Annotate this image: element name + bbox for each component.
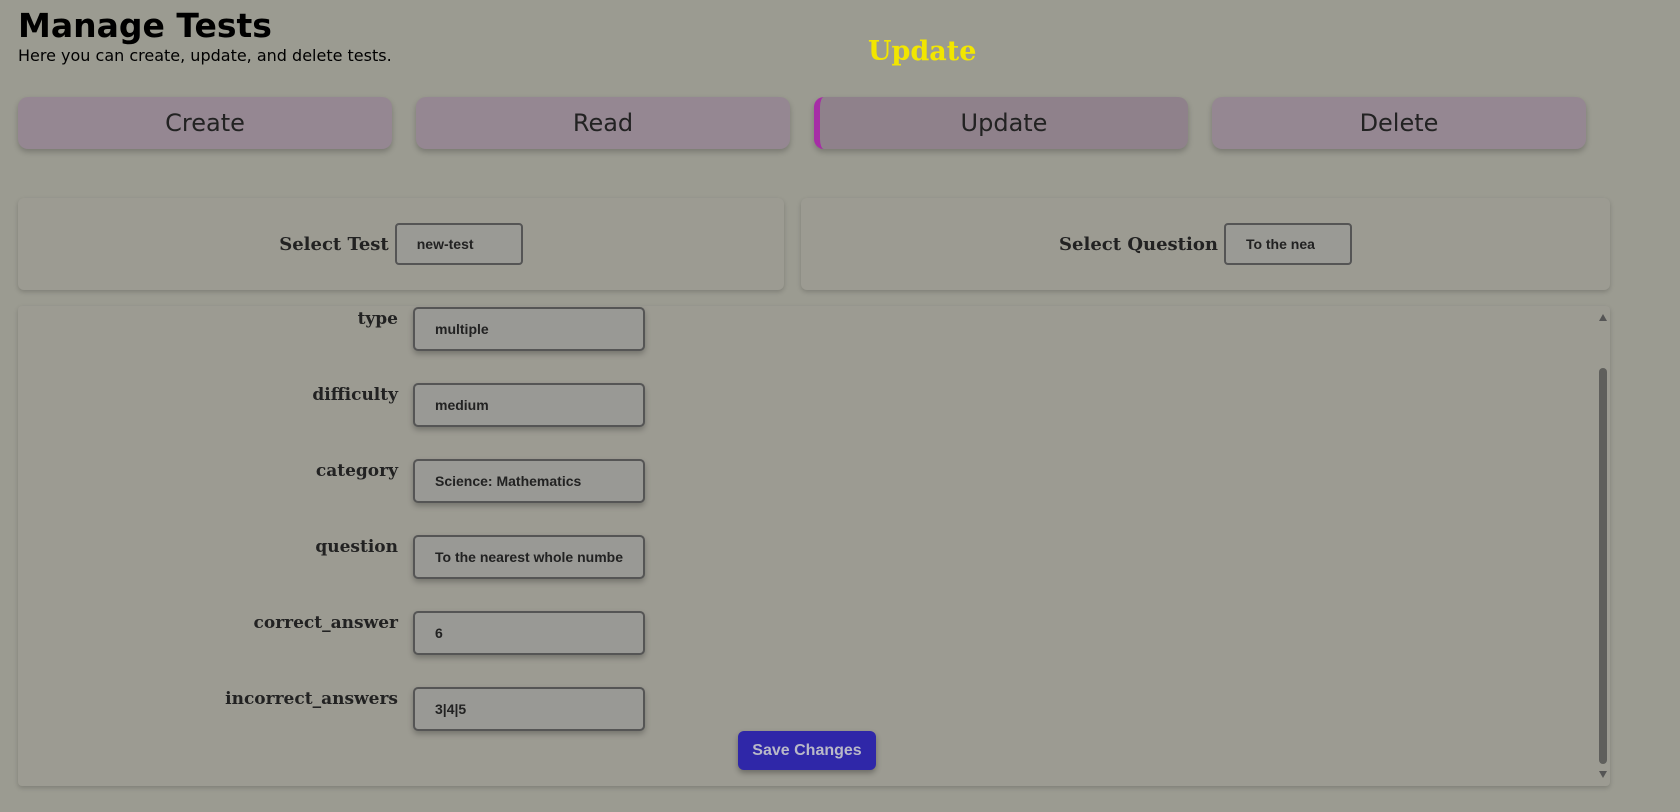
field-label-category: category <box>315 461 398 481</box>
scroll-thumb[interactable] <box>1599 368 1607 764</box>
field-label-question: question <box>315 537 398 557</box>
correct-answer-input[interactable]: 6 <box>413 611 645 655</box>
field-row-question: question To the nearest whole numbe <box>18 535 718 581</box>
field-row-correct-answer: correct_answer 6 <box>18 611 718 657</box>
difficulty-input[interactable]: medium <box>413 383 645 427</box>
select-question-panel: Select Question To the nea <box>801 198 1610 290</box>
question-input[interactable]: To the nearest whole numbe <box>413 535 645 579</box>
field-label-difficulty: difficulty <box>312 385 398 405</box>
type-input[interactable]: multiple <box>413 307 645 351</box>
scroll-down-icon[interactable] <box>1599 771 1607 778</box>
select-test-label: Select Test <box>279 233 389 255</box>
tab-delete[interactable]: Delete <box>1212 97 1586 149</box>
select-question-dropdown[interactable]: To the nea <box>1223 223 1352 265</box>
field-label-type: type <box>357 309 398 329</box>
page-header: Manage Tests Here you can create, update… <box>18 6 392 66</box>
tab-create[interactable]: Create <box>18 97 392 149</box>
select-question-label: Select Question <box>1059 233 1218 255</box>
incorrect-answers-input[interactable]: 3|4|5 <box>413 687 645 731</box>
tab-read[interactable]: Read <box>416 97 790 149</box>
question-edit-form: type multiple difficulty medium category… <box>18 306 1610 786</box>
mode-label: Update <box>868 36 977 67</box>
page-subtitle: Here you can create, update, and delete … <box>18 46 392 65</box>
crud-tabs: Create Read Update Delete <box>18 97 1610 149</box>
field-label-correct-answer: correct_answer <box>253 613 398 633</box>
form-scrollbar[interactable] <box>1596 306 1610 786</box>
field-row-difficulty: difficulty medium <box>18 383 718 429</box>
field-label-incorrect-answers: incorrect_answers <box>225 689 398 709</box>
field-row-type: type multiple <box>18 307 718 353</box>
select-test-panel: Select Test new-test <box>18 198 784 290</box>
scroll-up-icon[interactable] <box>1599 314 1607 321</box>
save-changes-button[interactable]: Save Changes <box>738 731 876 770</box>
field-row-incorrect-answers: incorrect_answers 3|4|5 <box>18 687 718 733</box>
category-input[interactable]: Science: Mathematics <box>413 459 645 503</box>
field-row-category: category Science: Mathematics <box>18 459 718 505</box>
page-title: Manage Tests <box>18 6 272 45</box>
select-test-dropdown[interactable]: new-test <box>394 223 523 265</box>
tab-update[interactable]: Update <box>814 97 1188 149</box>
